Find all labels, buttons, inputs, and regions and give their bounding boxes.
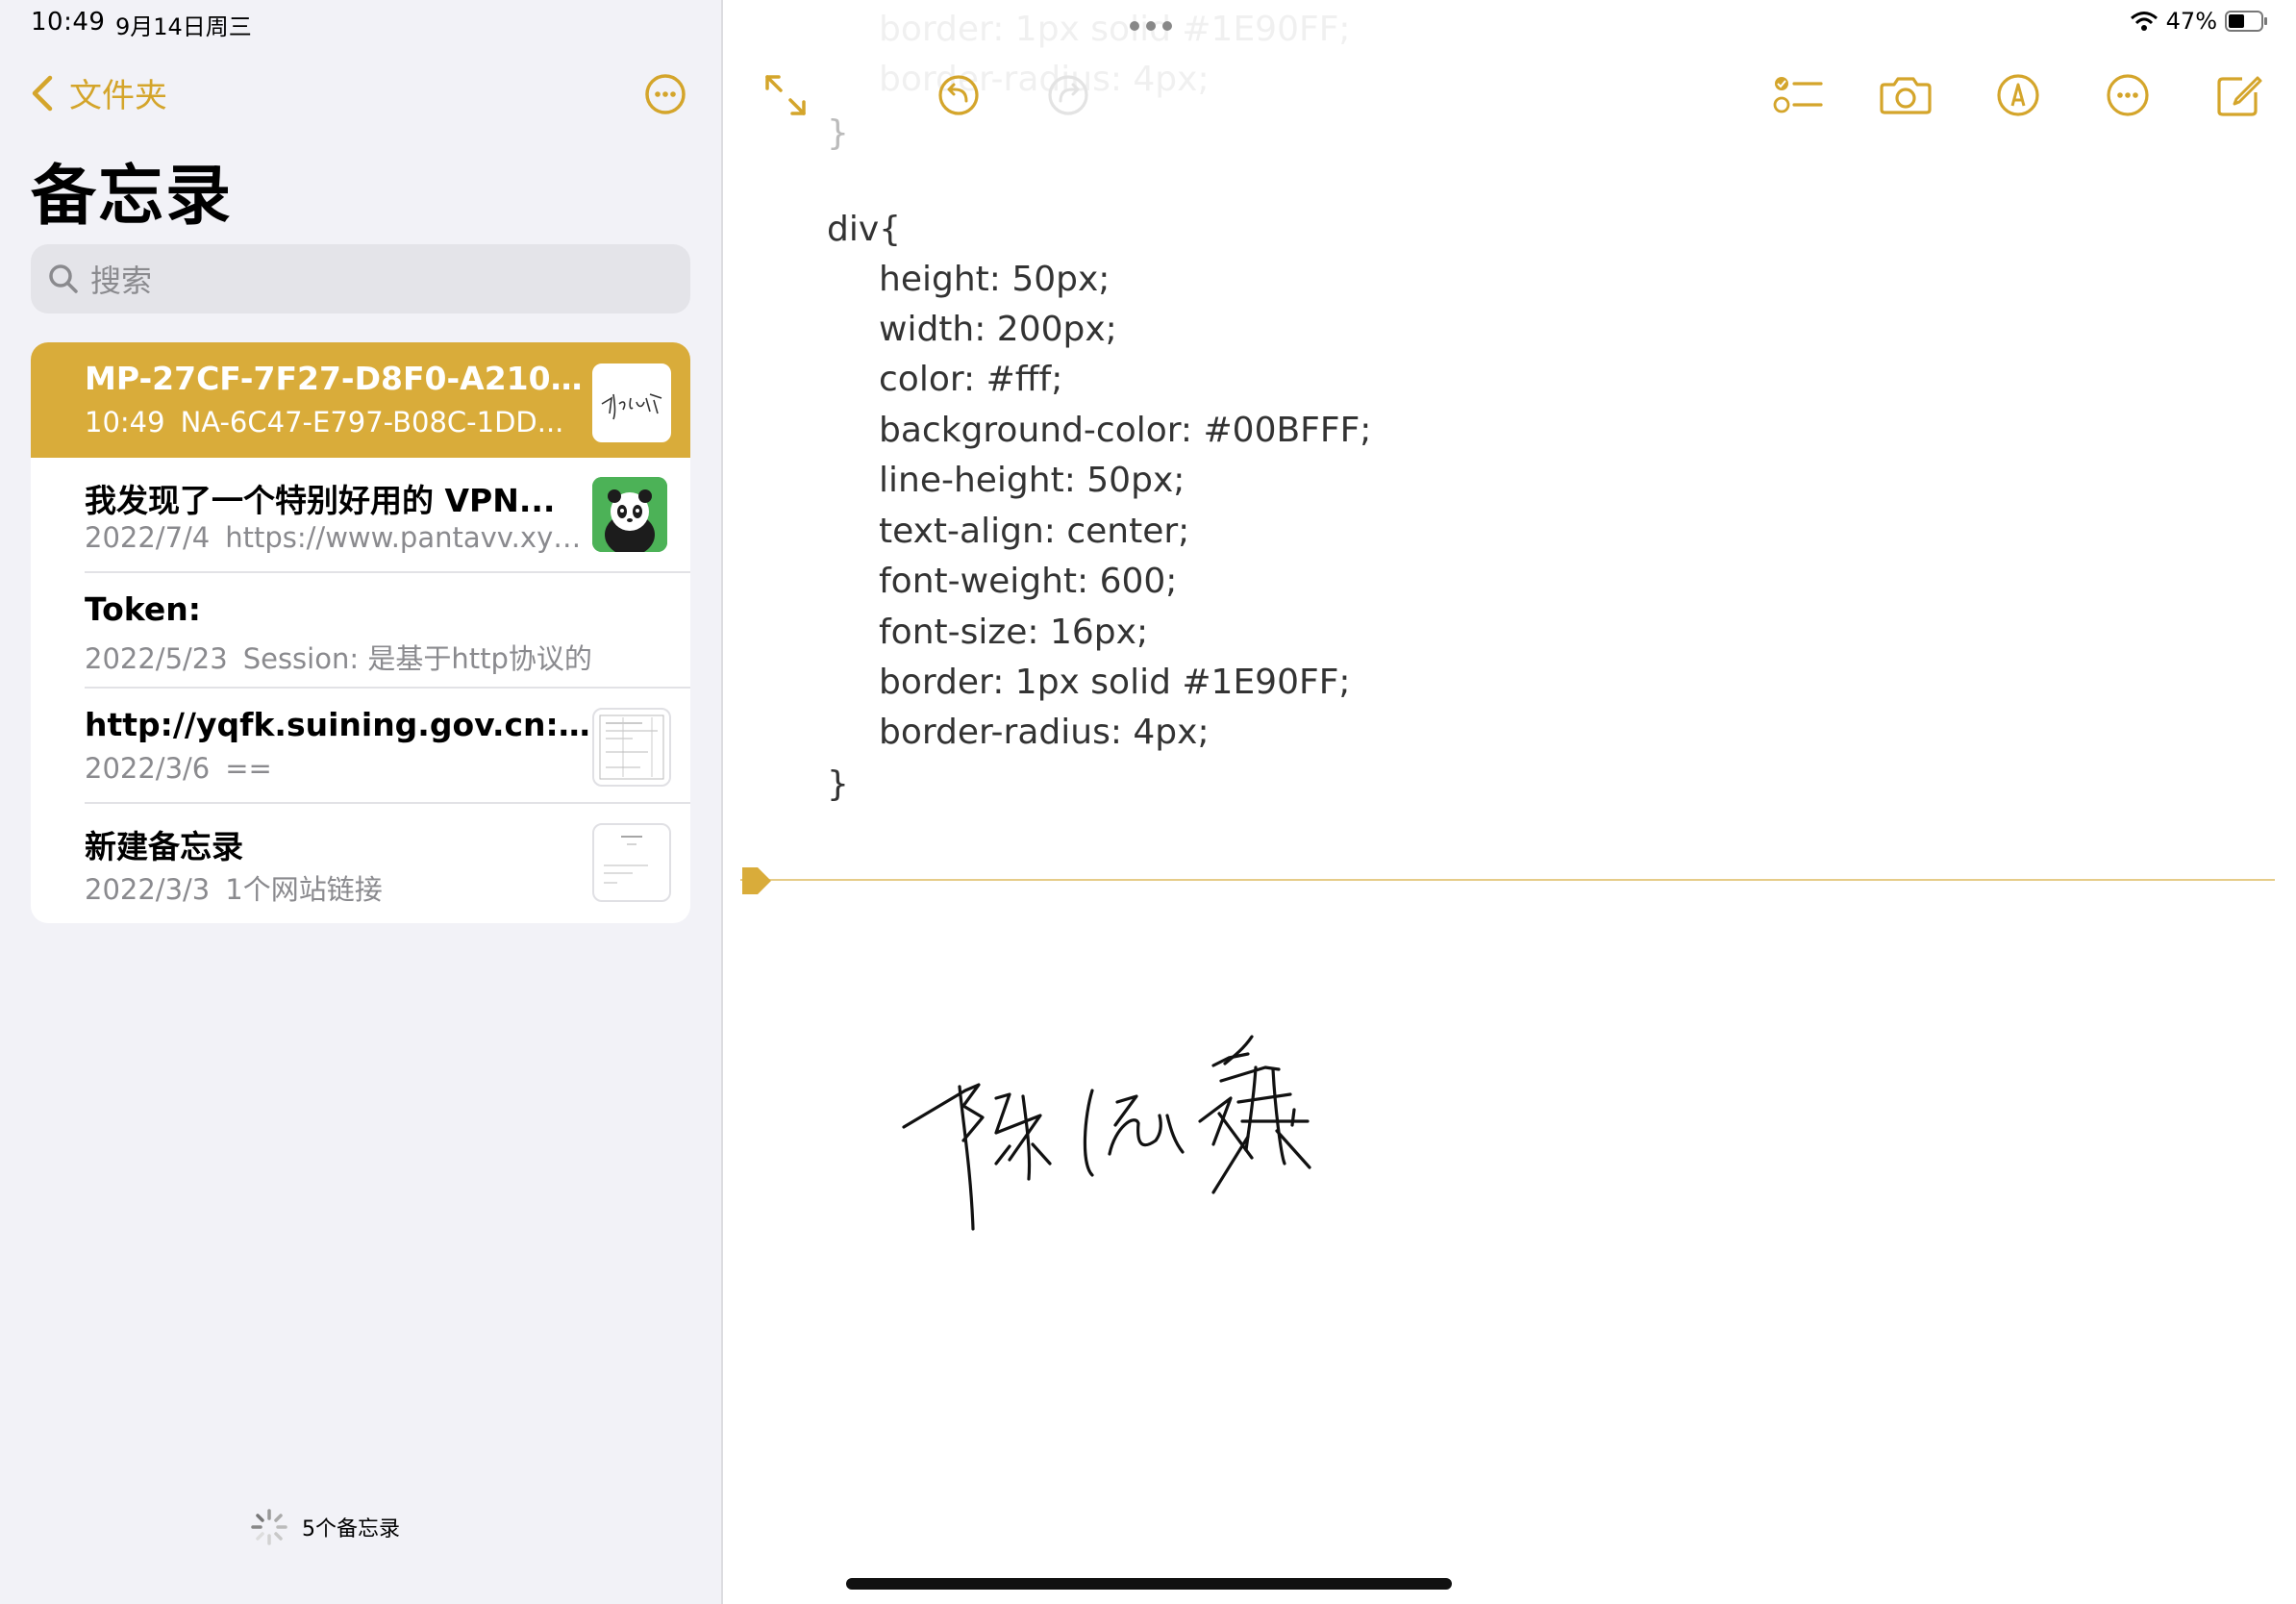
document-thumbnail-icon [592,708,671,787]
code-line: text-align: center; [879,512,1190,551]
compose-icon [2217,76,2262,116]
status-indicators: 47% [2130,8,2269,35]
note-preview: Session: 是基于http协议的 [242,642,592,675]
note-title: http://yqfk.suining.gov.cn:10... [85,706,594,743]
note-date: 2022/5/23 [85,642,228,675]
code-closing-brace: } [827,764,849,804]
note-item[interactable]: 新建备忘录 2022/3/3 1个网站链接 [31,804,690,919]
note-item-selected[interactable]: MP-27CF-7F27-D8F0-A2100... 10:49 NA-6C47-… [31,342,690,458]
code-line: } [827,113,849,153]
notes-count-footer: 5个备忘录 [250,1508,400,1546]
fullscreen-button[interactable] [763,73,808,121]
camera-button[interactable] [1879,73,1933,121]
note-preview: https://www.pantavv.xyz... [225,521,594,554]
pen-markup-icon [1997,74,2039,116]
code-line: font-weight: 600; [879,562,1178,601]
expand-arrows-icon [765,75,806,115]
drawing-resize-handle-icon[interactable] [740,865,773,896]
note-item[interactable]: http://yqfk.suining.gov.cn:10... 2022/3/… [31,689,690,804]
page-title: 备忘录 [31,159,234,235]
panda-app-thumbnail-icon [592,477,667,552]
back-button[interactable]: 文件夹 [29,69,167,116]
back-label: 文件夹 [69,77,167,115]
note-meta: 2022/7/4 https://www.pantavv.xyz... [85,521,594,554]
signature-thumbnail-icon [592,363,671,442]
note-date: 2022/3/6 [85,752,211,785]
note-preview: 1个网站链接 [225,873,383,906]
code-line: width: 200px; [879,310,1117,349]
code-line: line-height: 50px; [879,461,1185,500]
code-line: background-color: #00BFFF; [879,411,1372,450]
loading-spinner-icon [251,1509,287,1545]
document-thumbnail-icon [592,823,671,902]
note-title: Token: [85,590,201,628]
note-meta: 10:49 NA-6C47-E797-B08C-1DD... [85,406,594,439]
note-editor[interactable]: border: 1px solid #1E90FF; border-radius… [723,0,2296,1604]
checklist-button[interactable] [1773,73,1825,121]
code-selector: div{ [827,210,902,249]
compose-button[interactable] [2215,73,2263,121]
note-date: 10:49 [85,406,165,439]
scrolled-code-line: border: 1px solid #1E90FF; [879,10,1351,49]
note-meta: 2022/5/23 Session: 是基于http协议的 [85,637,594,677]
editor-more-button[interactable] [2106,73,2150,121]
search-input[interactable]: 搜索 [31,244,690,313]
code-line: border-radius: 4px; [879,713,1210,752]
search-placeholder: 搜索 [90,263,153,299]
status-date: 9月14日周三 [115,13,252,40]
chevron-left-icon [32,75,53,111]
note-date: 2022/3/3 [85,873,211,906]
drawing-insertion-line [740,879,2275,881]
note-title: 新建备忘录 [85,828,243,865]
note-title: 我发现了一个特别好用的 VPN... [85,482,556,519]
note-item[interactable]: 我发现了一个特别好用的 VPN... 2022/7/4 https://www.p… [31,458,690,573]
scrolled-code-line: border-radius: 4px; [879,60,1210,99]
notes-list: MP-27CF-7F27-D8F0-A2100... 10:49 NA-6C47-… [31,342,690,923]
note-date: 2022/7/4 [85,521,211,554]
code-line: border: 1px solid #1E90FF; [879,663,1351,702]
redo-button[interactable] [1046,73,1090,121]
undo-button[interactable] [936,73,981,121]
more-circle-icon [2107,74,2149,116]
markup-button[interactable] [1996,73,2040,121]
battery-percent: 47% [2165,8,2217,35]
handwritten-signature[interactable] [896,1010,1435,1241]
note-meta: 2022/3/6 == [85,752,594,785]
note-title: MP-27CF-7F27-D8F0-A2100... [85,360,594,397]
camera-icon [1880,77,1932,114]
notes-count: 5个备忘录 [302,1517,400,1541]
sidebar-more-button[interactable] [644,73,686,115]
note-preview: NA-6C47-E797-B08C-1DD... [180,406,564,439]
search-icon [49,264,78,293]
battery-icon [2225,11,2267,32]
note-item[interactable]: Token: 2022/5/23 Session: 是基于http协议的 [31,573,690,689]
status-time: 10:49 [31,8,106,37]
more-circle-icon [645,74,686,114]
home-indicator[interactable] [846,1578,1452,1590]
code-line: font-size: 16px; [879,613,1149,652]
code-line: color: #fff; [879,360,1063,399]
note-meta: 2022/3/3 1个网站链接 [85,867,594,908]
undo-icon [938,75,979,115]
wifi-icon [2130,12,2158,31]
checklist-icon [1773,77,1823,113]
code-line: height: 50px; [879,260,1111,299]
notes-sidebar: 10:49 9月14日周三 文件夹 备忘录 搜索 MP-27CF-7F27-D8… [0,0,723,1604]
note-preview: == [225,752,272,785]
multitasking-dots-icon[interactable] [1127,19,1175,33]
redo-icon [1048,75,1088,115]
